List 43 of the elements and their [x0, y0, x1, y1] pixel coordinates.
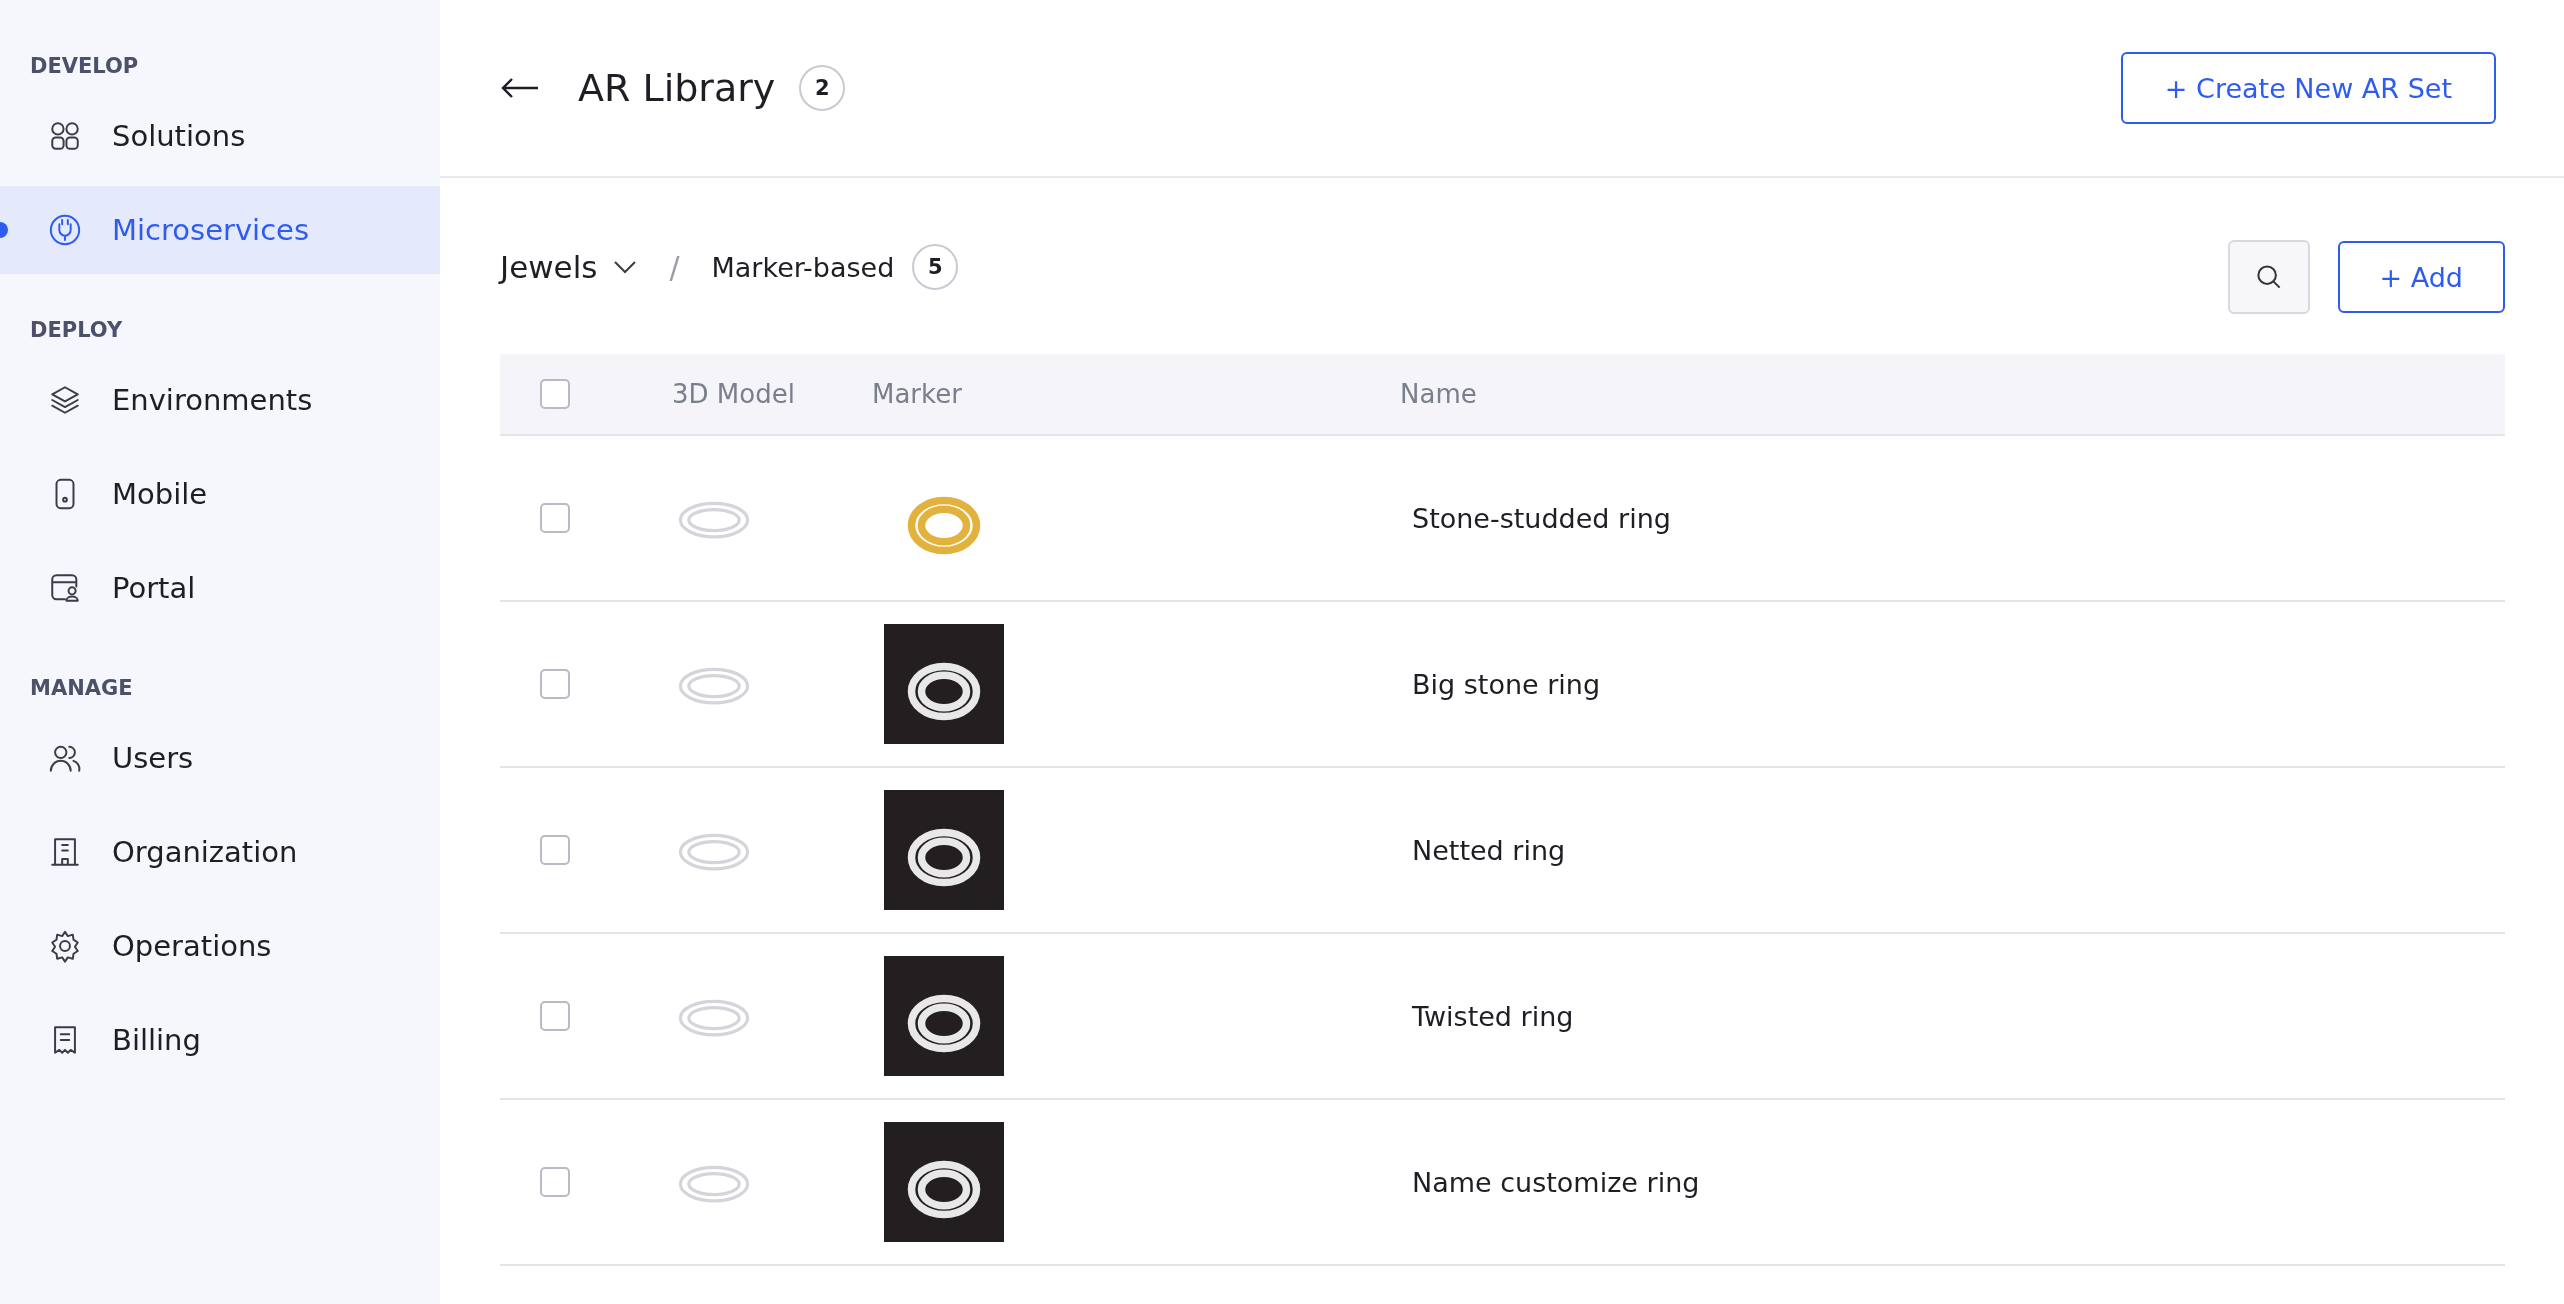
page-title: AR Library [578, 66, 776, 110]
count-badge: 2 [799, 65, 846, 111]
column-header: Name [1400, 379, 1477, 409]
back-arrow-icon[interactable] [500, 76, 540, 100]
table-cell: Stone-studded ring [1412, 502, 1671, 534]
column-header: 3D Model [672, 379, 795, 409]
section-heading: DEVELOP [29, 54, 140, 80]
table-cell: Netted ring [1412, 834, 1566, 866]
sidebar-item[interactable]: Billing [0, 996, 440, 1084]
search-button[interactable] [2227, 240, 2310, 314]
sidebar-item[interactable]: Operations [0, 902, 440, 990]
breadcrumb-current: Marker-based [711, 251, 895, 283]
sidebar-item[interactable]: Users [0, 714, 440, 802]
grid-icon [48, 119, 82, 153]
sidebar-item[interactable]: Portal [0, 544, 440, 632]
layers-icon [48, 383, 82, 417]
add-button[interactable]: + Add [2337, 241, 2505, 313]
count-badge: 5 [912, 244, 959, 290]
sidebar-item[interactable]: Organization [0, 808, 440, 896]
gear-icon [48, 929, 82, 963]
section-heading: DEPLOY [29, 318, 124, 344]
row-checkbox[interactable] [540, 669, 570, 699]
column-header: Marker [872, 379, 962, 409]
table-cell: Twisted ring [1412, 1000, 1574, 1032]
category-dropdown[interactable]: Jewels [500, 249, 638, 285]
caret-icon [613, 260, 638, 274]
sidebar-item[interactable]: Solutions [0, 92, 440, 180]
sidebar-item[interactable]: Environments [0, 356, 440, 444]
table-cell: Big stone ring [1412, 668, 1601, 700]
row-checkbox[interactable] [540, 1167, 570, 1197]
select-all-checkbox[interactable] [540, 379, 570, 409]
row-checkbox[interactable] [540, 835, 570, 865]
table-cell: Name customize ring [1412, 1166, 1700, 1198]
sidebar-item[interactable]: Microservices [0, 186, 440, 274]
building-icon [48, 835, 82, 869]
sidebar-item[interactable]: Mobile [0, 450, 440, 538]
row-checkbox[interactable] [540, 1001, 570, 1031]
section-heading: MANAGE [29, 676, 134, 702]
create-button[interactable]: + Create New AR Set [2120, 52, 2496, 124]
row-checkbox[interactable] [540, 503, 570, 533]
breadcrumb-separator: / [669, 249, 680, 285]
plug-icon [48, 213, 82, 247]
portal-icon [48, 571, 82, 605]
